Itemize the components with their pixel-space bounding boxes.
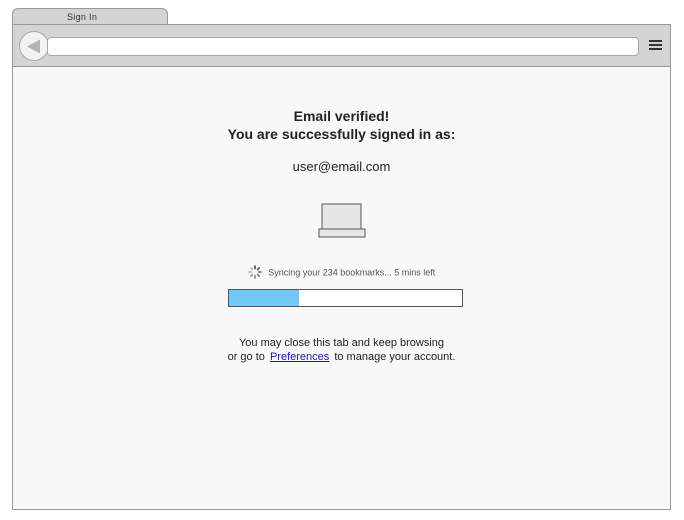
laptop-icon [318, 203, 366, 244]
preferences-prefix: or go to [227, 351, 265, 363]
browser-window: Email verified! You are successfully sig… [12, 24, 671, 510]
address-bar[interactable] [47, 37, 639, 56]
sync-status-text: Syncing your 234 bookmarks... 5 mins lef… [268, 267, 436, 278]
signed-in-heading: You are successfully signed in as: [227, 126, 456, 142]
back-button[interactable] [19, 31, 49, 61]
hamburger-menu-icon [649, 40, 662, 50]
loading-spinner-icon [247, 265, 262, 281]
verified-heading: Email verified! [293, 108, 390, 124]
sync-progress-fill [229, 290, 299, 306]
preferences-message: or go to Preferences to manage your acco… [13, 351, 670, 363]
tab-label: Sign In [67, 12, 98, 22]
preferences-suffix: to manage your account. [334, 351, 456, 363]
back-arrow-icon [27, 39, 40, 54]
preferences-link[interactable]: Preferences [270, 351, 329, 363]
close-tab-message: You may close this tab and keep browsing [238, 337, 445, 349]
sync-status: Syncing your 234 bookmarks... 5 mins lef… [13, 265, 670, 281]
browser-toolbar [13, 25, 670, 67]
sync-progress-bar [228, 289, 463, 307]
menu-button[interactable] [649, 40, 662, 52]
page-content: Email verified! You are successfully sig… [13, 67, 670, 509]
user-email: user@email.com [292, 159, 391, 174]
